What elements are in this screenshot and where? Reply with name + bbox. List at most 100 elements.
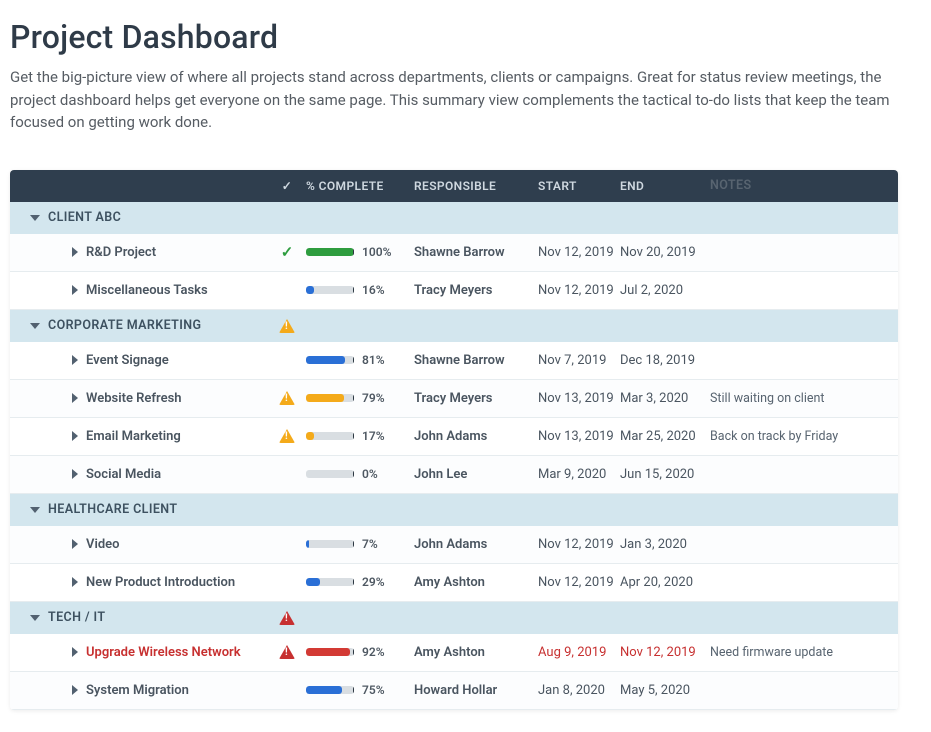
group-label: CLIENT ABC <box>48 210 121 225</box>
project-responsible: Shawne Barrow <box>414 245 538 260</box>
progress-bar <box>306 286 354 294</box>
project-name: R&D Project <box>86 245 156 260</box>
project-name-cell[interactable]: Upgrade Wireless Network <box>10 645 268 660</box>
progress-bar <box>306 686 354 694</box>
project-responsible: Tracy Meyers <box>414 391 538 406</box>
header-complete: % COMPLETE <box>306 179 414 193</box>
header-status: ✓ <box>268 179 306 193</box>
project-complete: 79% <box>306 391 414 405</box>
project-status <box>268 391 306 405</box>
alert-icon-red <box>279 645 295 659</box>
project-row[interactable]: System Migration75%Howard HollarJan 8, 2… <box>10 672 898 710</box>
project-name-cell[interactable]: Website Refresh <box>10 391 268 406</box>
group-row[interactable]: CORPORATE MARKETING <box>10 310 898 342</box>
project-start: Nov 13, 2019 <box>538 429 620 444</box>
page-title: Project Dashboard <box>10 18 921 56</box>
project-row[interactable]: Website Refresh 79%Tracy MeyersNov 13, 20… <box>10 380 898 418</box>
project-complete: 100% <box>306 245 414 259</box>
progress-percent: 29% <box>362 575 396 589</box>
project-name-cell[interactable]: R&D Project <box>10 245 268 260</box>
project-complete: 75% <box>306 683 414 697</box>
project-name-cell[interactable]: Email Marketing <box>10 429 268 444</box>
chevron-right-icon <box>72 393 78 403</box>
project-complete: 92% <box>306 645 414 659</box>
progress-fill <box>306 432 314 440</box>
project-end: Apr 20, 2020 <box>620 575 710 590</box>
progress-cap <box>353 394 354 402</box>
project-name-cell[interactable]: New Product Introduction <box>10 575 268 590</box>
project-row[interactable]: R&D Project✓100%Shawne BarrowNov 12, 201… <box>10 234 898 272</box>
project-complete: 81% <box>306 353 414 367</box>
progress-cap <box>353 540 354 548</box>
group-label: HEALTHCARE CLIENT <box>48 502 177 517</box>
group-status <box>268 319 306 333</box>
project-start: Mar 9, 2020 <box>538 467 620 482</box>
project-start: Nov 12, 2019 <box>538 575 620 590</box>
project-row[interactable]: Email Marketing17%John AdamsNov 13, 2019… <box>10 418 898 456</box>
project-complete: 0% <box>306 467 414 481</box>
project-name-cell[interactable]: Miscellaneous Tasks <box>10 283 268 298</box>
group-name[interactable]: CLIENT ABC <box>10 210 268 225</box>
project-row[interactable]: New Product Introduction29%Amy AshtonNov… <box>10 564 898 602</box>
chevron-down-icon <box>30 507 40 513</box>
project-end: Jun 15, 2020 <box>620 467 710 482</box>
project-name-cell[interactable]: Video <box>10 537 268 552</box>
project-responsible: John Adams <box>414 537 538 552</box>
progress-bar <box>306 432 354 440</box>
table-header: ✓ % COMPLETE RESPONSIBLE START END NOTES <box>10 170 898 202</box>
project-end: Nov 12, 2019 <box>620 645 710 660</box>
project-row[interactable]: Video 7% John AdamsNov 12, 2019Jan 3, 2020 <box>10 526 898 564</box>
project-row[interactable]: Event Signage81%Shawne BarrowNov 7, 2019… <box>10 342 898 380</box>
progress-bar <box>306 540 354 548</box>
header-end: END <box>620 179 710 193</box>
project-start: Jan 8, 2020 <box>538 683 620 698</box>
project-row[interactable]: Social Media0%John LeeMar 9, 2020Jun 15,… <box>10 456 898 494</box>
progress-percent: 7% <box>362 537 396 551</box>
progress-fill <box>306 248 354 256</box>
group-name[interactable]: CORPORATE MARKETING <box>10 318 268 333</box>
project-name: New Product Introduction <box>86 575 235 590</box>
project-name-cell[interactable]: Event Signage <box>10 353 268 368</box>
progress-fill <box>306 648 350 656</box>
chevron-down-icon <box>30 215 40 221</box>
group-row[interactable]: TECH / IT <box>10 602 898 634</box>
chevron-right-icon <box>72 469 78 479</box>
progress-fill <box>306 286 314 294</box>
chevron-right-icon <box>72 577 78 587</box>
chevron-down-icon <box>30 323 40 329</box>
project-row[interactable]: Miscellaneous Tasks16%Tracy MeyersNov 12… <box>10 272 898 310</box>
progress-bar <box>306 648 354 656</box>
project-name-cell[interactable]: System Migration <box>10 683 268 698</box>
progress-cap <box>353 686 354 694</box>
project-row[interactable]: Upgrade Wireless Network92%Amy AshtonAug… <box>10 634 898 672</box>
chevron-right-icon <box>72 685 78 695</box>
header-start: START <box>538 179 620 193</box>
project-start: Nov 7, 2019 <box>538 353 620 368</box>
progress-fill <box>306 394 344 402</box>
chevron-right-icon <box>72 431 78 441</box>
project-start: Nov 13, 2019 <box>538 391 620 406</box>
project-end: Jul 2, 2020 <box>620 283 710 298</box>
group-name[interactable]: HEALTHCARE CLIENT <box>10 502 268 517</box>
project-name: System Migration <box>86 683 189 698</box>
project-name: Video <box>86 537 120 552</box>
project-end: Jan 3, 2020 <box>620 537 710 552</box>
progress-percent: 75% <box>362 683 396 697</box>
header-responsible: RESPONSIBLE <box>414 179 538 193</box>
project-complete: 16% <box>306 283 414 297</box>
group-row[interactable]: HEALTHCARE CLIENT <box>10 494 898 526</box>
project-start: Nov 12, 2019 <box>538 537 620 552</box>
progress-percent: 100% <box>362 245 396 259</box>
group-label: CORPORATE MARKETING <box>48 318 201 333</box>
group-status <box>268 611 306 625</box>
alert-icon <box>279 319 295 333</box>
alert-icon-red <box>279 611 295 625</box>
progress-cap <box>353 432 354 440</box>
group-name[interactable]: TECH / IT <box>10 610 268 625</box>
project-end: Dec 18, 2019 <box>620 353 710 368</box>
progress-bar <box>306 394 354 402</box>
group-row[interactable]: CLIENT ABC <box>10 202 898 234</box>
chevron-right-icon <box>72 247 78 257</box>
project-name-cell[interactable]: Social Media <box>10 467 268 482</box>
chevron-down-icon <box>30 615 40 621</box>
